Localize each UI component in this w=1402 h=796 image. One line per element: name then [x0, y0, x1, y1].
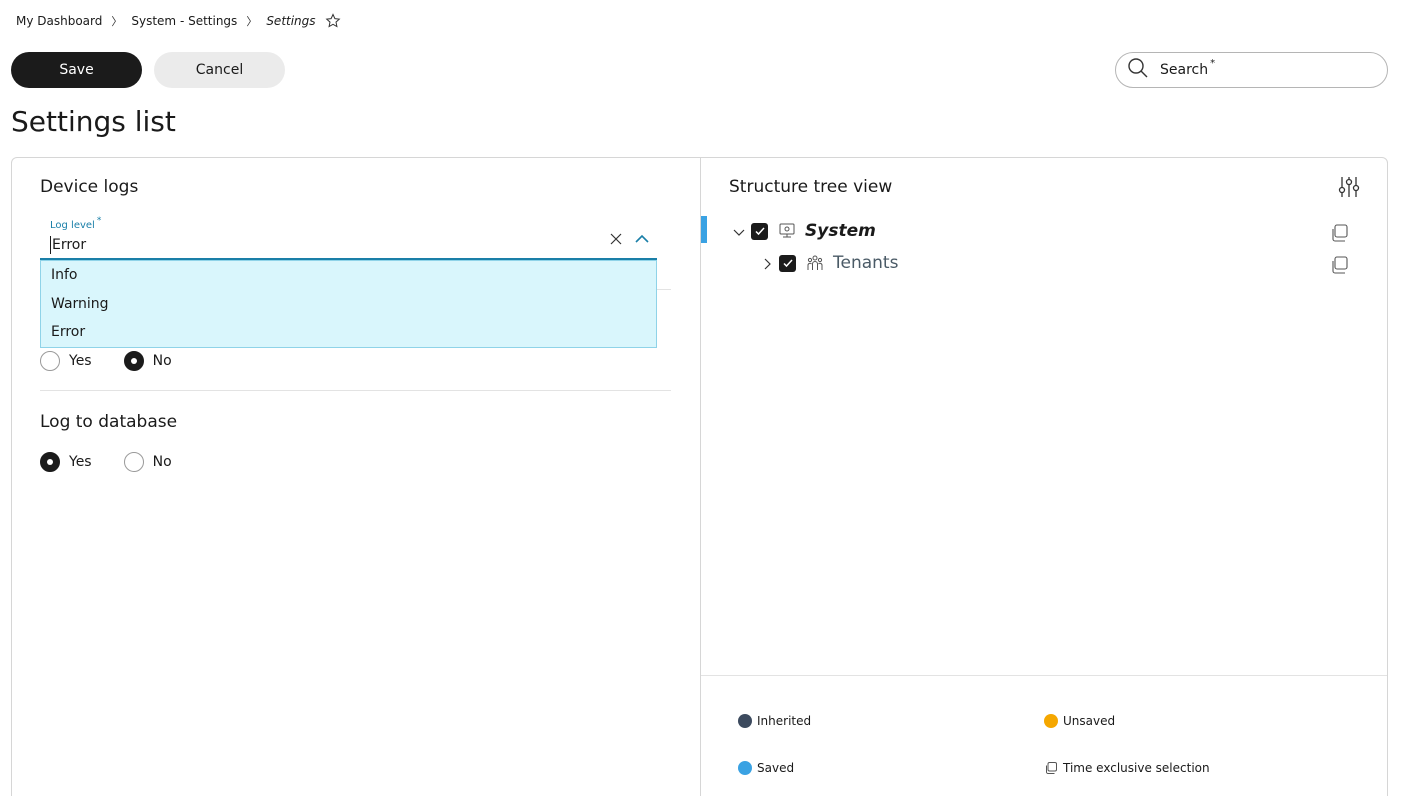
inherited-dot-icon	[738, 714, 752, 728]
filter-sliders-icon[interactable]	[1337, 175, 1361, 199]
search-input[interactable]: Search *	[1115, 52, 1388, 88]
legend-time-exclusive: Time exclusive selection	[1044, 761, 1210, 775]
structure-tree-section: Structure tree view System Tenants Inher…	[701, 158, 1387, 796]
monitor-icon	[778, 222, 796, 240]
copy-icon	[1044, 761, 1058, 775]
breadcrumb-current: Settings	[266, 14, 316, 28]
dropdown-option-error[interactable]: Error	[41, 318, 656, 347]
selected-node-indicator	[701, 216, 707, 243]
unsaved-dot-icon	[1044, 714, 1058, 728]
hidden-setting-radio-group: Yes No	[40, 351, 204, 371]
breadcrumb: My Dashboard 〉 System - Settings 〉 Setti…	[16, 12, 341, 30]
device-logs-title: Device logs	[40, 177, 139, 197]
radio-label-yes: Yes	[69, 454, 92, 470]
people-icon	[806, 254, 824, 272]
legend-unsaved: Unsaved	[1044, 714, 1115, 728]
copy-icon[interactable]	[1329, 223, 1349, 243]
legend-label: Inherited	[757, 714, 812, 728]
log-to-database-radio-group: Yes No	[40, 452, 204, 472]
page-title: Settings list	[11, 105, 176, 138]
required-mark: *	[1210, 58, 1216, 69]
log-level-dropdown-list: Info Warning Error	[40, 260, 657, 348]
breadcrumb-my-dashboard[interactable]: My Dashboard	[16, 14, 102, 28]
chevron-down-icon[interactable]	[732, 224, 746, 238]
log-to-database-title: Log to database	[40, 412, 178, 432]
radio-no[interactable]	[123, 452, 144, 472]
log-level-select[interactable]: Error	[50, 236, 86, 254]
breadcrumb-separator: 〉	[246, 15, 258, 28]
tree-checkbox-tenants[interactable]	[779, 254, 796, 272]
save-button[interactable]: Save	[11, 52, 142, 88]
clear-icon[interactable]	[608, 231, 624, 247]
legend-saved: Saved	[738, 761, 794, 775]
radio-label-yes: Yes	[69, 353, 92, 369]
tree-checkbox-system[interactable]	[751, 222, 768, 240]
legend-inherited: Inherited	[738, 714, 811, 728]
legend-label: Time exclusive selection	[1063, 761, 1210, 775]
chevron-up-icon[interactable]	[633, 231, 651, 247]
legend-label: Unsaved	[1063, 714, 1116, 728]
settings-panel: Device logs Log level * Error Yes No Log …	[11, 157, 1388, 796]
favorite-star-icon[interactable]	[325, 13, 341, 29]
radio-no[interactable]	[123, 351, 144, 371]
saved-dot-icon	[738, 761, 752, 775]
legend-divider	[701, 675, 1387, 676]
legend-label: Saved	[757, 761, 795, 775]
radio-label-no: No	[152, 454, 172, 470]
structure-tree-title: Structure tree view	[729, 177, 893, 197]
copy-icon[interactable]	[1329, 255, 1349, 275]
radio-label-no: No	[152, 353, 172, 369]
radio-yes[interactable]	[40, 351, 60, 371]
search-label: Search *	[1160, 58, 1216, 78]
cancel-button[interactable]: Cancel	[154, 52, 285, 88]
dropdown-option-warning[interactable]: Warning	[41, 290, 656, 319]
log-level-label: Log level *	[50, 216, 102, 231]
chevron-right-icon[interactable]	[760, 256, 774, 270]
search-icon	[1127, 57, 1149, 83]
dropdown-option-info[interactable]: Info	[41, 261, 656, 290]
radio-yes[interactable]	[40, 452, 60, 472]
divider	[40, 390, 671, 391]
breadcrumb-system-settings[interactable]: System - Settings	[131, 14, 237, 28]
breadcrumb-separator: 〉	[111, 15, 123, 28]
tree-node-label: System	[805, 221, 876, 241]
tree-node-system[interactable]: System	[732, 221, 876, 241]
tree-node-tenants[interactable]: Tenants	[760, 253, 898, 273]
page: My Dashboard 〉 System - Settings 〉 Setti…	[0, 0, 1402, 796]
tree-node-label: Tenants	[833, 253, 899, 273]
device-logs-section: Device logs Log level * Error Yes No Log …	[12, 158, 700, 796]
